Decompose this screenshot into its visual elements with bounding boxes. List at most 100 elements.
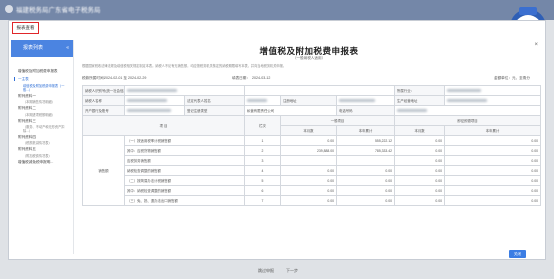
sidebar-item-attach-3[interactable]: 附列资料三 — [11, 117, 73, 125]
sidebar-item-main-report[interactable]: 增值税及附加税费申报表 — [11, 67, 73, 75]
col-month: 本月数 — [280, 125, 337, 136]
info-label: 注册地址 — [280, 95, 337, 106]
info-label: 电话号码 — [335, 105, 396, 116]
info-value — [394, 105, 542, 116]
form-subtitle: （一般纳税人适用） — [292, 56, 326, 60]
declaration-table: 纳税人识别号(统一社会信用代码) 所属行业： 纳税人名称 法定代表人姓名 注册地… — [82, 85, 542, 206]
info-label: 登记注册类型 — [184, 105, 245, 116]
table-row: 其中：纳税检查调整的销售额 6 0.00 0.00 0.00 0.00 — [83, 185, 542, 196]
info-label: 开户银行及账号 — [82, 105, 125, 116]
line-value: 0.00 — [444, 135, 542, 146]
collapse-icon[interactable]: « — [66, 40, 69, 57]
line-value: 0.00 — [280, 135, 337, 146]
sidebar-item-attach-1[interactable]: 附列资料一 — [11, 92, 73, 100]
info-value: 私营有限责任公司 — [244, 105, 337, 116]
line-value: 0.00 — [394, 165, 446, 176]
line-value: 555,222.12 — [335, 135, 396, 146]
info-row: 纳税人识别号(统一社会信用代码) 所属行业： — [82, 85, 542, 96]
line-value: 0.00 — [444, 175, 542, 186]
sidebar-item-label: 一主表 — [18, 77, 29, 82]
close-button[interactable]: 关闭 — [509, 250, 526, 258]
form-notice: 根据国家税收法律法规及增值税相关规定制定本表。纳税人不论有无销售额，均应按税务机… — [82, 64, 286, 68]
line-value: 0.00 — [280, 195, 337, 206]
line-value: 0.00 — [280, 185, 337, 196]
info-value — [124, 85, 245, 96]
line-value: 0.00 — [335, 195, 396, 206]
skip-button[interactable]: 跳过申报 — [258, 268, 274, 274]
line-value: 0.00 — [394, 155, 446, 166]
sidebar-item-main-table[interactable]: 一主表 — [11, 75, 73, 83]
table-row: 纳税检查调整的销售额 4 0.00 0.00 0.00 0.00 — [83, 165, 542, 176]
line-name: 纳税检查调整的销售额 — [124, 165, 245, 176]
line-value: 0.00 — [280, 175, 337, 186]
active-indicator — [14, 77, 15, 82]
info-value — [444, 85, 542, 96]
col-lineno: 栏次 — [244, 115, 281, 136]
info-label: 法定代表人姓名 — [184, 95, 245, 106]
report-content: × 增值税及附加税费申报表 （一般纳税人适用） 根据国家税收法律法规及增值税相关… — [76, 40, 542, 254]
fill-date-label: 填表日期： — [232, 76, 250, 80]
line-no: 6 — [244, 185, 281, 196]
col-ytd: 本年累计 — [444, 125, 542, 136]
sidebar-header: 报表列表 « — [11, 40, 73, 57]
line-no: 7 — [244, 195, 281, 206]
fill-date-value: 2024-03-12 — [252, 76, 271, 80]
app-title: 福建税务局广东省电子税务局 — [16, 7, 101, 14]
line-value: 0.00 — [444, 165, 542, 176]
line-no: 5 — [244, 175, 281, 186]
line-no: 2 — [244, 145, 281, 156]
info-value — [124, 95, 185, 106]
line-name: 应税劳务销售额 — [124, 155, 245, 166]
line-no: 4 — [244, 165, 281, 176]
line-name: 其中：应税货物销售额 — [124, 145, 245, 156]
info-label: 生产经营地址 — [394, 95, 446, 106]
next-button[interactable]: 下一步 — [286, 268, 298, 274]
info-row: 纳税人名称 法定代表人姓名 注册地址 生产经营地址 — [82, 95, 542, 106]
line-value: 0.00 — [394, 175, 446, 186]
line-value: 0.00 — [335, 165, 396, 176]
info-label: 纳税人名称 — [82, 95, 125, 106]
line-value: 0.00 — [394, 135, 446, 146]
line-value: 0.00 — [444, 185, 542, 196]
info-value — [335, 95, 396, 106]
line-name: （二）按简易办法计税销售额 — [124, 175, 245, 186]
info-value — [444, 95, 542, 106]
line-no: 3 — [244, 155, 281, 166]
sidebar-item-attach-2[interactable]: 附列资料二 — [11, 104, 73, 112]
line-name: （三）免、抵、退办法出口销售额 — [124, 195, 245, 206]
sidebar-title: 报表列表 — [23, 45, 44, 51]
table-row: 销售额 （一）按适用税率计税销售额 1 0.00 555,222.12 0.00… — [82, 135, 542, 206]
header-row: 项 目 栏次 一般项目 即征即退项目 — [82, 115, 542, 136]
line-value: 0.00 — [394, 185, 446, 196]
info-label: 纳税人识别号(统一社会信用代码) — [82, 85, 125, 96]
sidebar-item-sub: （服务、不动产和无形资产扣除...） — [23, 125, 65, 134]
line-value — [280, 155, 337, 166]
table-row: 其中：应税货物销售额 2 239,888.00 785,333.42 0.00 … — [83, 145, 542, 156]
line-name: （一）按适用税率计税销售额 — [124, 135, 245, 146]
tax-logo-icon — [5, 5, 13, 13]
col-month: 本月数 — [394, 125, 446, 136]
line-value: 239,888.00 — [280, 145, 337, 156]
line-value: 0.00 — [444, 195, 542, 206]
report-list-sidebar: 报表列表 « 增值税及附加税费申报表 一主表 增值税及附加税费申报表（一般...… — [11, 40, 74, 254]
line-name: 其中：纳税检查调整的销售额 — [124, 185, 245, 196]
sidebar-item-sub: 增值税及附加税费申报表（一般...） — [23, 83, 65, 92]
sidebar-item-attach-5[interactable]: 附列资料五 — [11, 145, 73, 153]
line-value: 0.00 — [280, 165, 337, 176]
info-label: 所属行业： — [394, 85, 446, 96]
info-value — [124, 105, 185, 116]
sidebar-item-reduction[interactable]: 增值税减免税申报明... — [11, 158, 73, 166]
tab-report-view[interactable]: 报表查看 — [12, 22, 39, 34]
table-row: （三）免、抵、退办法出口销售额 7 0.00 0.00 0.00 0.00 — [83, 195, 542, 206]
unit-label: 金额单位：元，至角分 — [494, 76, 530, 80]
table-row: 应税劳务销售额 3 0.00 0.00 — [83, 155, 542, 166]
sidebar-item-attach-4[interactable]: 附列资料四 — [11, 133, 73, 141]
col-ytd: 本年累计 — [335, 125, 396, 136]
info-value — [243, 85, 396, 96]
line-no: 1 — [244, 135, 281, 146]
line-value: 0.00 — [335, 185, 396, 196]
app-header: 福建税务局广东省电子税务局 — [0, 0, 554, 20]
col-project: 项 目 — [82, 115, 245, 136]
line-value: 0.00 — [394, 145, 446, 156]
line-value: 0.00 — [335, 175, 396, 186]
